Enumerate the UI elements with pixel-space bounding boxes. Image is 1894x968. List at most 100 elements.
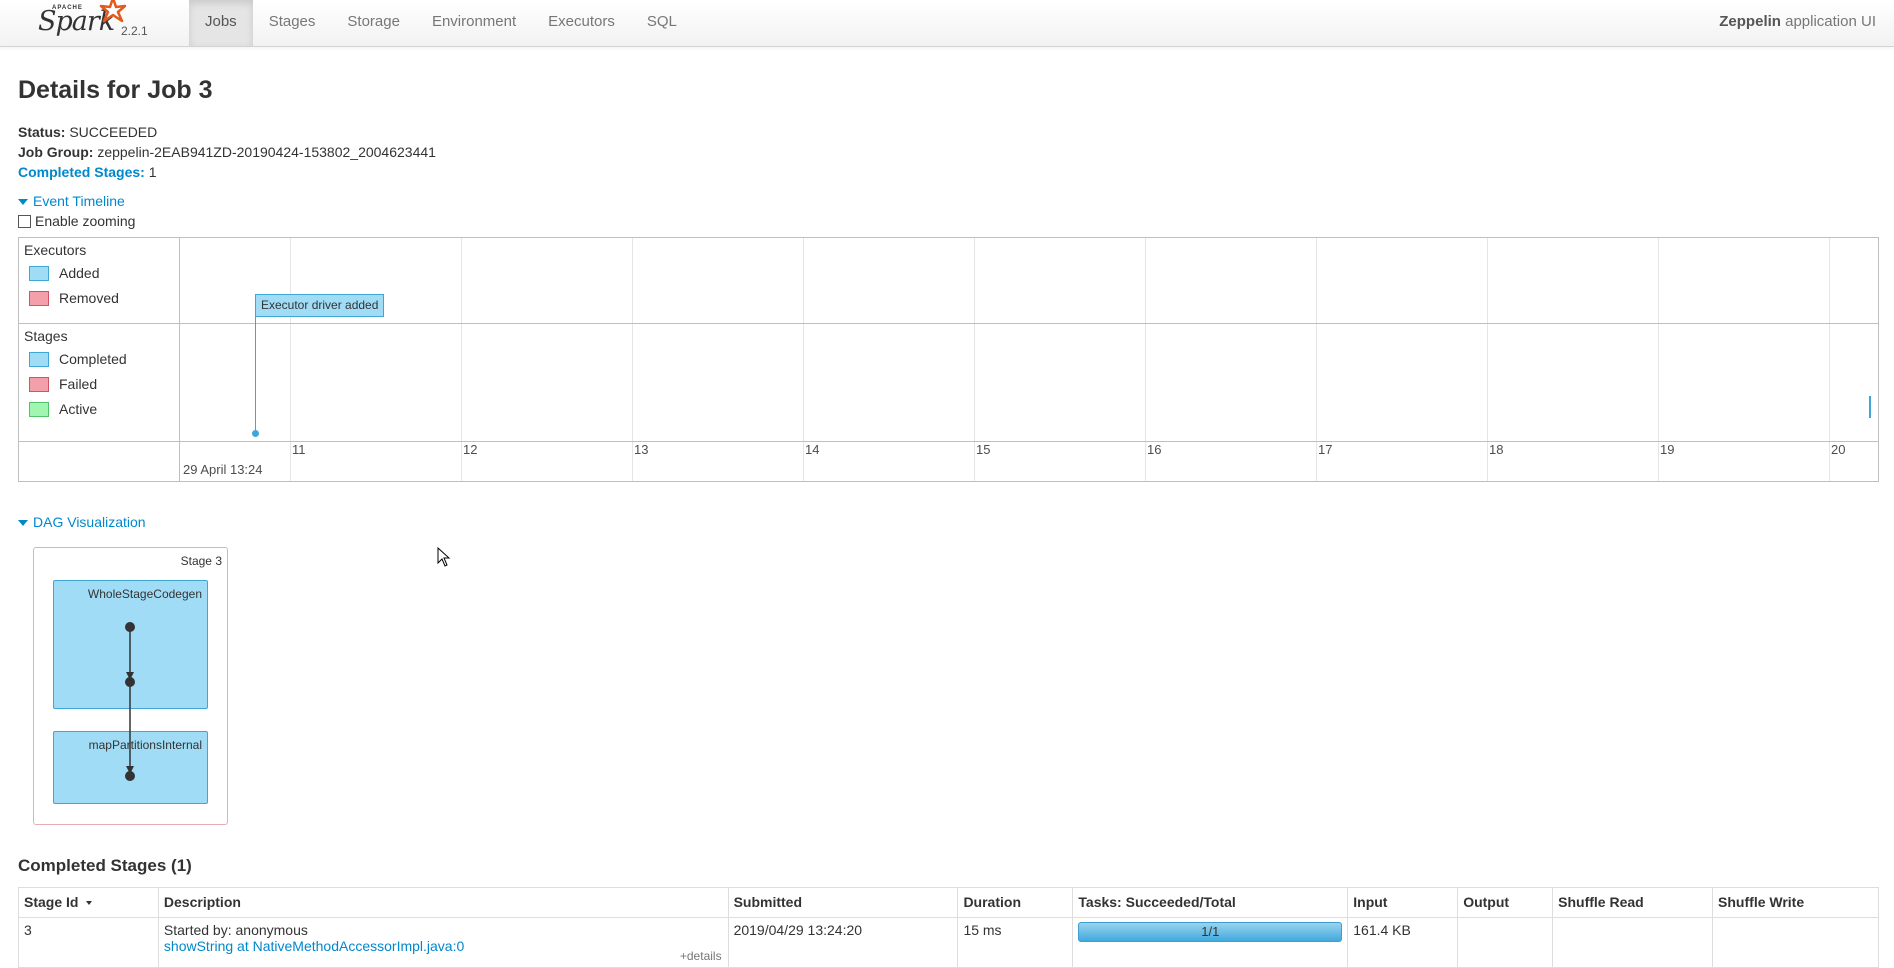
col-shuffle-write[interactable]: Shuffle Write xyxy=(1712,887,1879,918)
timeline-tick: 16 xyxy=(1147,442,1162,457)
timeline-tick: 18 xyxy=(1489,442,1504,457)
cell-description: Started by: anonymous showString at Nati… xyxy=(157,917,729,968)
status-value: SUCCEEDED xyxy=(69,124,158,140)
enable-zooming-row[interactable]: Enable zooming xyxy=(18,213,135,229)
enable-zooming-checkbox[interactable] xyxy=(18,214,31,228)
executors-heading: Executors xyxy=(24,242,87,258)
dag-stage-cluster[interactable]: Stage 3 WholeStageCodegen mapPartitionsI… xyxy=(33,547,228,825)
timeline-labels: Executors Added Removed Stages Completed… xyxy=(19,238,180,481)
timeline-tick: 20 xyxy=(1831,442,1846,457)
timeline-tick: 11 xyxy=(292,442,306,457)
cell-duration: 15 ms xyxy=(957,917,1074,968)
col-submitted[interactable]: Submitted xyxy=(727,887,959,918)
tab-jobs[interactable]: Jobs xyxy=(189,0,253,46)
tasks-progress-text: 1/1 xyxy=(1201,924,1220,939)
failed-swatch xyxy=(29,376,49,392)
timeline-tick: 15 xyxy=(976,442,991,457)
legend-completed: Completed xyxy=(29,351,127,367)
stages-lane xyxy=(19,324,1878,442)
main-nav: Jobs Stages Storage Environment Executor… xyxy=(189,0,693,46)
tab-sql[interactable]: SQL xyxy=(631,0,693,46)
tab-environment[interactable]: Environment xyxy=(416,0,532,46)
event-timeline-toggle[interactable]: Event Timeline xyxy=(18,193,125,209)
details-toggle[interactable]: +details xyxy=(680,949,722,963)
dag-node xyxy=(125,771,135,781)
mouse-cursor-icon xyxy=(437,547,451,567)
expand-arrow-icon xyxy=(18,199,28,206)
timeline-tick: 19 xyxy=(1660,442,1675,457)
executor-event-line xyxy=(255,317,256,433)
spark-version: 2.2.1 xyxy=(121,24,148,38)
expand-arrow-icon xyxy=(18,520,28,527)
job-group-label: Job Group: xyxy=(18,144,94,160)
job-summary: Status: SUCCEEDED Job Group: zeppelin-2E… xyxy=(18,122,436,182)
cell-submitted: 2019/04/29 13:24:20 xyxy=(727,917,959,968)
stage-marker[interactable] xyxy=(1869,396,1871,418)
cell-shuffle-read xyxy=(1552,917,1714,968)
executor-event-dot xyxy=(252,430,259,437)
legend-completed-label: Completed xyxy=(59,351,127,367)
col-output[interactable]: Output xyxy=(1457,887,1554,918)
cell-output xyxy=(1457,917,1554,968)
cell-stage-id: 3 xyxy=(18,917,159,968)
legend-active: Active xyxy=(29,401,97,417)
tab-stages[interactable]: Stages xyxy=(253,0,332,46)
col-stage-id[interactable]: Stage Id xyxy=(18,887,159,918)
dag-node xyxy=(125,622,135,632)
legend-added: Added xyxy=(29,265,99,281)
navbar: APACHE Spark 2.2.1 Jobs Stages Storage E… xyxy=(0,0,1894,47)
tasks-progress-bar: 1/1 xyxy=(1078,922,1343,942)
col-input[interactable]: Input xyxy=(1347,887,1459,918)
completed-stages-link[interactable]: Completed Stages: xyxy=(18,164,145,180)
table-row: 3 Started by: anonymous showString at Na… xyxy=(18,917,1879,968)
spark-star-icon xyxy=(99,0,127,23)
legend-added-label: Added xyxy=(59,265,100,281)
col-duration[interactable]: Duration xyxy=(957,887,1074,918)
event-timeline[interactable]: Executors Added Removed Stages Completed… xyxy=(18,237,1879,482)
completed-stages-table: Stage Id Description Submitted Duration … xyxy=(18,887,1879,968)
table-header-row: Stage Id Description Submitted Duration … xyxy=(18,887,1879,918)
timeline-tick: 14 xyxy=(805,442,820,457)
active-swatch xyxy=(29,401,49,417)
status-label: Status: xyxy=(18,124,66,140)
cell-tasks: 1/1 xyxy=(1072,917,1349,968)
status-row: Status: SUCCEEDED xyxy=(18,122,436,142)
executor-added-event[interactable]: Executor driver added xyxy=(255,294,385,317)
col-description[interactable]: Description xyxy=(157,887,729,918)
legend-removed-label: Removed xyxy=(59,290,119,306)
job-group-row: Job Group: zeppelin-2EAB941ZD-20190424-1… xyxy=(18,142,436,162)
app-name: Zeppelin application UI xyxy=(1719,13,1876,30)
timeline-tick: 12 xyxy=(463,442,478,457)
col-shuffle-read[interactable]: Shuffle Read xyxy=(1552,887,1714,918)
started-by: Started by: anonymous xyxy=(163,922,308,938)
tab-executors[interactable]: Executors xyxy=(532,0,631,46)
stage-description-link[interactable]: showString at NativeMethodAccessorImpl.j… xyxy=(164,938,464,954)
col-stage-id-label: Stage Id xyxy=(24,894,79,910)
job-group-value: zeppelin-2EAB941ZD-20190424-153802_20046… xyxy=(97,144,436,160)
col-tasks[interactable]: Tasks: Succeeded/Total xyxy=(1072,887,1349,918)
dag-edges xyxy=(125,622,135,781)
completed-stages-row[interactable]: Completed Stages: 1 xyxy=(18,162,436,182)
enable-zooming-label: Enable zooming xyxy=(35,213,136,229)
completed-stages-value: 1 xyxy=(148,164,157,180)
event-timeline-label: Event Timeline xyxy=(33,193,125,209)
cell-shuffle-write xyxy=(1712,917,1879,968)
dag-node xyxy=(125,677,135,687)
added-swatch xyxy=(29,265,49,281)
timeline-tick: 13 xyxy=(634,442,649,457)
completed-stages-heading: Completed Stages (1) xyxy=(18,856,192,875)
removed-swatch xyxy=(29,290,49,306)
dag-visualization-label: DAG Visualization xyxy=(33,514,146,530)
stages-heading: Stages xyxy=(24,328,68,344)
sort-desc-icon xyxy=(86,901,93,906)
completed-swatch xyxy=(29,351,49,367)
legend-failed: Failed xyxy=(29,376,97,392)
timeline-tick: 17 xyxy=(1318,442,1333,457)
tab-storage[interactable]: Storage xyxy=(331,0,416,46)
app-name-bold: Zeppelin xyxy=(1719,13,1781,30)
dag-visualization-toggle[interactable]: DAG Visualization xyxy=(18,514,146,530)
app-name-suffix: application UI xyxy=(1780,13,1876,30)
cell-input: 161.4 KB xyxy=(1347,917,1459,968)
legend-active-label: Active xyxy=(59,401,98,417)
legend-failed-label: Failed xyxy=(59,376,98,392)
